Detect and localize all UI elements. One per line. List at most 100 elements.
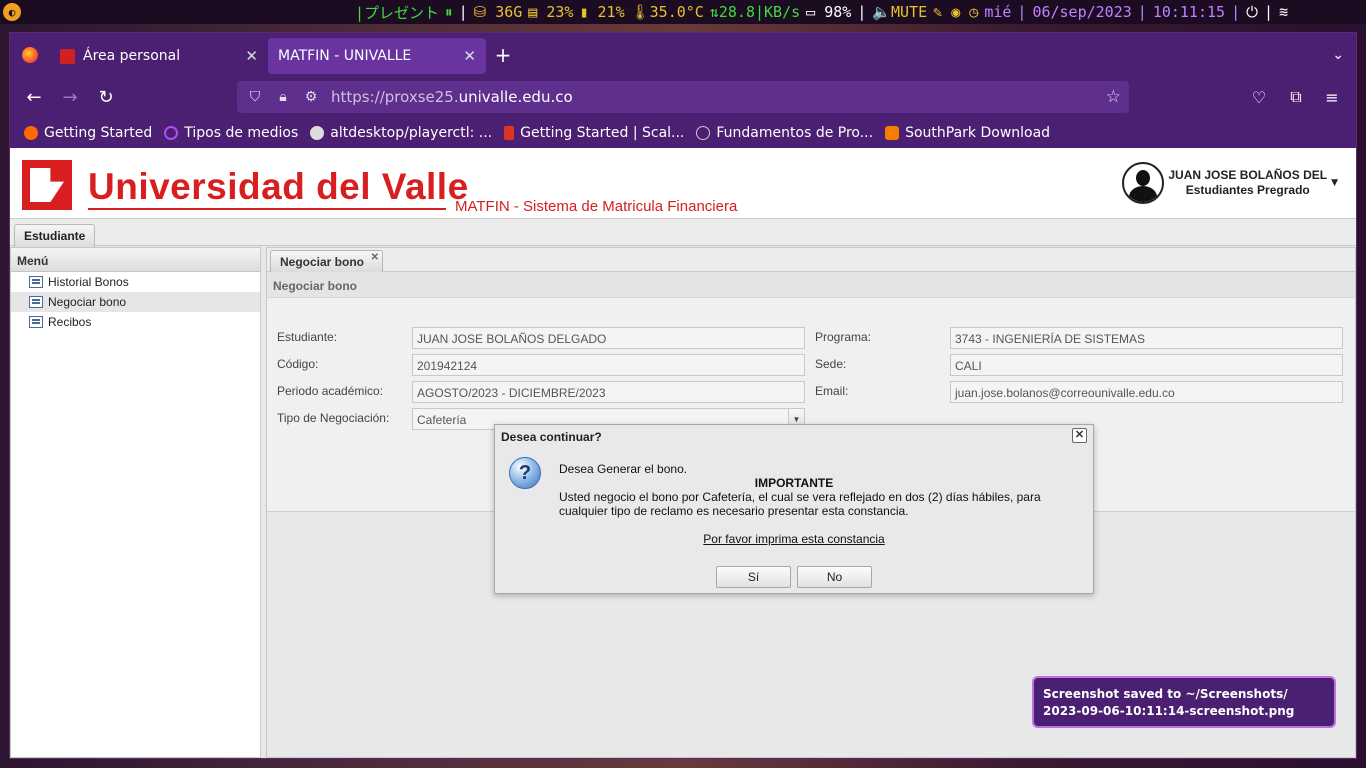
univalle-logo — [22, 160, 72, 210]
memory-usage: ▮ 21% — [579, 3, 625, 21]
tray-icons[interactable]: ✎ ◉ ◷ — [933, 3, 978, 21]
notification-line2: 2023-09-06-10:11:14-screenshot.png — [1043, 704, 1295, 718]
nav-bar: ← → ↻ ⛉ 🔒︎ ⚙ https://proxse25.univalle.e… — [10, 77, 1356, 117]
caret-down-icon[interactable]: ▼ — [1331, 178, 1338, 188]
tab-label: MATFIN - UNIVALLE — [278, 48, 412, 64]
title-underline — [88, 208, 446, 210]
estudiante-label: Estudiante: — [277, 330, 338, 344]
bookmark-southpark[interactable]: SouthPark Download — [885, 125, 1050, 141]
play-pause-icon[interactable]: ⏸ — [445, 3, 453, 21]
no-button[interactable]: No — [797, 566, 872, 588]
bookmark-scala[interactable]: Getting Started | Scal... — [504, 125, 684, 141]
screenshot-notification[interactable]: Screenshot saved to ~/Screenshots/ 2023-… — [1032, 676, 1336, 728]
periodo-field[interactable]: AGOSTO/2023 - DICIEMBRE/2023 — [412, 381, 805, 403]
volume[interactable]: 🔈MUTE — [872, 3, 927, 21]
close-tab-icon[interactable]: ✕ — [245, 47, 258, 65]
cpu-usage: ▤ 23% — [528, 3, 574, 21]
date: 06/sep/2023 — [1032, 3, 1132, 21]
tab-negociar-bono[interactable]: Negociar bono ✕ — [270, 250, 384, 272]
pocket-icon[interactable]: ♡ — [1243, 81, 1275, 113]
email-label: Email: — [815, 384, 849, 398]
bookmark-label: SouthPark Download — [905, 124, 1051, 141]
firefox-icon — [24, 125, 38, 140]
close-tab-icon[interactable]: ✕ — [371, 252, 379, 263]
bookmark-tipos-medios[interactable]: Tipos de medios — [164, 125, 298, 141]
cpu-value: 23% — [546, 3, 574, 21]
periodo-label: Periodo académico: — [277, 384, 384, 398]
distro-logo-icon[interactable]: ◐ — [3, 3, 21, 21]
menu-item-historial-bonos[interactable]: Historial Bonos — [11, 272, 260, 292]
menu-item-label: Recibos — [48, 315, 92, 329]
tracking-shield-icon[interactable]: ⛉ — [241, 89, 269, 105]
bookmark-star-icon[interactable]: ☆ — [1106, 87, 1121, 107]
bookmark-playerctl[interactable]: altdesktop/playerctl: ... — [310, 125, 492, 141]
url-bar[interactable]: ⛉ 🔒︎ ⚙ https://proxse25.univalle.edu.co … — [237, 81, 1129, 113]
print-constancia-link[interactable]: Por favor imprima esta constancia — [495, 532, 1093, 546]
estudiante-field[interactable]: JUAN JOSE BOLAÑOS DELGADO — [412, 327, 805, 349]
programa-field[interactable]: 3743 - INGENIERÍA DE SISTEMAS — [950, 327, 1343, 349]
moodle-favicon-icon — [60, 48, 75, 64]
email-field[interactable]: juan.jose.bolanos@correounivalle.edu.co — [950, 381, 1343, 403]
brightness-value: 98% — [824, 3, 852, 21]
back-button[interactable]: ← — [16, 81, 52, 113]
dialog-question: Desea Generar el bono. — [559, 462, 688, 476]
bookmarks-toolbar: Getting Started Tipos de medios altdeskt… — [10, 117, 1356, 148]
user-name: JUAN JOSE BOLAÑOS DEL — [1168, 168, 1328, 182]
bookmark-label: altdesktop/playerctl: ... — [330, 124, 493, 141]
reload-button[interactable]: ↻ — [88, 81, 124, 113]
role-tab-bar: Estudiante — [10, 218, 1356, 247]
yes-button[interactable]: Sí — [716, 566, 791, 588]
sede-field[interactable]: CALI — [950, 354, 1343, 376]
dialog-message: Usted negocio el bono por Cafetería, el … — [559, 490, 1041, 518]
tab-estudiante[interactable]: Estudiante — [14, 224, 96, 247]
bookmark-fundamentos[interactable]: Fundamentos de Pro... — [696, 125, 873, 141]
workspace-indicator[interactable]: |プレゼント — [355, 2, 439, 23]
system-name: MATFIN - Sistema de Matricula Financiera — [455, 198, 738, 215]
tab-label: Negociar bono — [280, 254, 365, 269]
net-value: 28.8|KB/s — [718, 3, 801, 21]
page-header: Universidad del Valle MATFIN - Sistema d… — [10, 148, 1356, 218]
confirm-dialog: Desea continuar? ✕ ? Desea Generar el bo… — [494, 424, 1094, 594]
menu-title: Menú — [11, 248, 260, 272]
bookmark-getting-started[interactable]: Getting Started — [24, 125, 152, 141]
notification-line1: Screenshot saved to ~/Screenshots/ — [1043, 687, 1288, 701]
lock-icon[interactable]: 🔒︎ — [269, 89, 297, 105]
temp-value: 35.0°C — [649, 3, 704, 21]
disk-usage: ⛁ 36G — [473, 3, 523, 21]
form-icon — [29, 316, 43, 328]
form-icon — [29, 276, 43, 288]
menu-item-negociar-bono[interactable]: Negociar bono — [11, 292, 260, 312]
permissions-icon[interactable]: ⚙ — [297, 89, 325, 105]
panel-title: Negociar bono — [267, 272, 1355, 298]
dialog-important: IMPORTANTE — [754, 476, 834, 490]
codigo-label: Código: — [277, 357, 319, 371]
github-icon — [310, 125, 325, 140]
hamburger-menu-icon[interactable]: ≡ — [1316, 81, 1348, 113]
programa-label: Programa: — [815, 330, 872, 344]
close-icon[interactable]: ✕ — [1072, 428, 1087, 443]
extensions-icon[interactable]: ⧉ — [1280, 81, 1312, 113]
user-role: Estudiantes Pregrado — [1185, 183, 1310, 197]
forward-button[interactable]: → — [52, 81, 88, 113]
user-menu[interactable]: JUAN JOSE BOLAÑOS DEL Estudiantes Pregra… — [1122, 162, 1338, 204]
university-name: Universidad del Valle — [88, 166, 469, 207]
power-icon[interactable]: ⏻ — [1246, 3, 1258, 21]
menu-item-recibos[interactable]: Recibos — [11, 312, 260, 332]
firefox-view-icon[interactable] — [10, 33, 50, 77]
new-tab-button[interactable]: + — [486, 43, 520, 67]
network-speed: ⇅28.8|KB/s — [709, 3, 801, 21]
form-icon — [29, 296, 43, 308]
list-tabs-chevron-icon[interactable]: ⌄ — [1332, 47, 1344, 63]
close-tab-icon[interactable]: ✕ — [463, 47, 476, 65]
tab-matfin[interactable]: MATFIN - UNIVALLE ✕ — [268, 38, 486, 74]
menu-item-label: Historial Bonos — [48, 275, 129, 289]
tab-bar: Área personal ✕ MATFIN - UNIVALLE ✕ + ⌄ — [10, 33, 1356, 77]
status-bar: ◐ |プレゼント ⏸ | ⛁ 36G ▤ 23% ▮ 21% 🌡35.0°C ⇅… — [0, 0, 1366, 24]
codigo-field[interactable]: 201942124 — [412, 354, 805, 376]
tab-area-personal[interactable]: Área personal ✕ — [50, 38, 268, 74]
wifi-icon[interactable]: ≋ — [1279, 3, 1288, 21]
circle-icon — [164, 125, 179, 140]
side-menu: Menú Historial Bonos Negociar bono Recib… — [10, 247, 261, 758]
tipo-negociacion-label: Tipo de Negociación: — [277, 411, 390, 425]
url-prefix: https://proxse25. — [331, 88, 459, 106]
